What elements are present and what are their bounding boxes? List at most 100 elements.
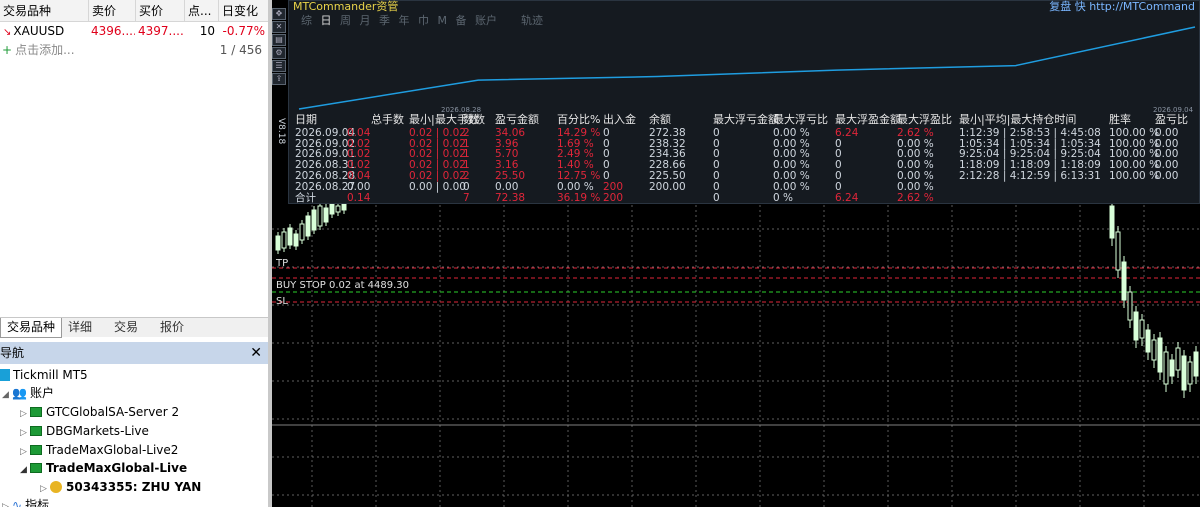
nav-item-server-dbg[interactable]: ▷ DBGMarkets-Live	[20, 422, 149, 440]
nav-item-accounts[interactable]: ◢ 👥 账户	[2, 384, 54, 402]
collapse-icon[interactable]: ◢	[20, 461, 30, 479]
change-cell: -0.77%	[222, 24, 265, 38]
page-icon[interactable]: ▤	[272, 34, 286, 46]
nav-item-label: GTCGlobalSA-Server 2	[46, 405, 180, 419]
tab-details[interactable]: 详细	[62, 318, 98, 338]
stats-header[interactable]: 最大浮盈比	[897, 114, 952, 126]
add-symbol-row[interactable]: + 点击添加... 1 / 456	[0, 41, 268, 59]
expand-icon[interactable]: ▷	[2, 498, 12, 507]
stats-cell-pct: 12.75 %	[557, 169, 601, 182]
market-watch-panel: 交易品种 卖价 买价 点... 日变化 ↘ XAUUSD 4396.... 439…	[0, 0, 268, 340]
nav-item-label: Tickmill MT5	[13, 368, 88, 382]
stats-cell-maxlosspct: 0.00 %	[773, 180, 810, 193]
symbol-count: 1 / 456	[219, 43, 262, 57]
nav-item-server-gtc[interactable]: ▷ GTCGlobalSA-Server 2	[20, 403, 179, 421]
equity-line	[298, 26, 1196, 110]
price-chart[interactable]: TP BUY STOP 0.02 at 4489.30 SL MTCommand…	[272, 0, 1200, 507]
stats-cell-maxloss: 0	[713, 180, 720, 193]
move-icon[interactable]: ✥	[272, 8, 286, 20]
stats-total-label: 合计	[295, 192, 316, 205]
stats-total-maxgain: 6.24	[835, 192, 859, 205]
stats-header[interactable]: 数数	[463, 114, 485, 126]
stats-cell-flow: 0	[603, 169, 610, 182]
navigator-title: 导航	[0, 346, 25, 360]
stats-header[interactable]: 盈亏金额	[495, 114, 539, 126]
stats-header[interactable]: 最大浮亏金额	[713, 114, 779, 126]
stats-cell-maxgainpct: 0.00 %	[897, 180, 934, 193]
mtcommander-url[interactable]: 复盘 快 http://MTCommand	[1049, 0, 1195, 14]
spread-cell: 10	[199, 24, 215, 38]
server-icon	[30, 426, 42, 436]
settings-icon[interactable]: ⚙	[272, 47, 286, 59]
bid-cell: 4396....	[91, 24, 135, 38]
col-symbol-header[interactable]: 交易品种	[0, 0, 88, 22]
tab-symbols[interactable]: 交易品种	[0, 318, 63, 338]
tab-trading[interactable]: 交易	[108, 318, 144, 338]
pending-order-label[interactable]: BUY STOP 0.02 at 4489.30	[276, 280, 409, 291]
tab-ticks[interactable]: 报价	[154, 318, 190, 338]
stats-cell-hold: 2:12:28 | 4:12:59 | 6:13:31	[959, 169, 1101, 182]
stats-header[interactable]: 余额	[649, 114, 671, 126]
nav-item-platform[interactable]: Tickmill MT5	[0, 366, 88, 384]
mtcommander-panel: MTCommander资管 复盘 快 http://MTCommand 综 日 …	[288, 0, 1200, 204]
stats-cell-minmax: 0.02 | 0.02	[409, 169, 466, 182]
mtc-side-toolbar: ✥ ✕ ▤ ⚙ ☰ ⇪	[272, 8, 288, 86]
stats-cell-maxgainpct: 0.00 %	[897, 169, 934, 182]
stats-header[interactable]: 最小|	[409, 114, 435, 126]
nav-item-label: 50343355: ZHU YAN	[66, 480, 202, 494]
col-bid-header[interactable]: 卖价	[88, 0, 135, 22]
stats-total-flow: 200	[603, 192, 624, 205]
user-icon	[50, 481, 62, 493]
accounts-icon: 👥	[12, 386, 27, 400]
col-spread-header[interactable]: 点...	[184, 0, 218, 22]
stats-cell-balance: 225.50	[649, 169, 686, 182]
nav-item-server-trademax2[interactable]: ▷ TradeMaxGlobal-Live2	[20, 441, 178, 459]
server-icon	[30, 445, 42, 455]
stats-cell-winrate: 100.00 %	[1109, 169, 1160, 182]
stats-cell-lots: 0.00	[347, 180, 371, 193]
stats-cell-balance: 200.00	[649, 180, 686, 193]
export-icon[interactable]: ⇪	[272, 73, 286, 85]
stats-total-pct: 36.19 %	[557, 192, 601, 205]
stats-cell-minmax: 0.00 | 0.00	[409, 180, 466, 193]
stats-header[interactable]: 最大浮亏比	[773, 114, 828, 126]
stats-header[interactable]: 最小|平均|最大持仓时间	[959, 114, 1076, 126]
stats-header[interactable]: 盈亏比	[1155, 114, 1188, 126]
stats-cell-maxgain: 0	[835, 180, 842, 193]
nav-item-indicators[interactable]: ▷ ∿ 指标	[2, 496, 49, 507]
stats-header[interactable]: 出入金	[603, 114, 636, 126]
market-watch-header: 交易品种 卖价 买价 点... 日变化	[0, 0, 268, 22]
stats-header[interactable]: 总手数	[371, 114, 404, 126]
stats-header[interactable]: 日期	[295, 114, 317, 126]
close-icon[interactable]: ✕	[250, 342, 262, 364]
navigator-panel: 导航 ✕ Tickmill MT5 ◢ 👥 账户 ▷ GTCGlobalSA-Serv…	[0, 342, 268, 507]
nav-item-server-trademax[interactable]: ◢ TradeMaxGlobal-Live	[20, 459, 187, 477]
nav-item-label: TradeMaxGlobal-Live	[46, 461, 188, 475]
navigator-title-bar: 导航 ✕	[0, 342, 268, 364]
expand-icon[interactable]: ▷	[20, 424, 30, 442]
version-label: V8.18	[276, 118, 286, 145]
close-icon[interactable]: ✕	[272, 21, 286, 33]
stats-cell-count: 2	[463, 169, 470, 182]
collapse-icon[interactable]: ◢	[2, 386, 12, 404]
list-icon[interactable]: ☰	[272, 60, 286, 72]
symbol-name: XAUUSD	[13, 24, 65, 38]
stats-cell-maxloss: 0	[713, 169, 720, 182]
stats-header[interactable]: 胜率	[1109, 114, 1131, 126]
col-ask-header[interactable]: 买价	[135, 0, 184, 22]
equity-curve-chart	[298, 26, 1196, 110]
stats-cell-pf: 0.00	[1155, 169, 1179, 182]
nav-item-label: TradeMaxGlobal-Live2	[46, 443, 179, 457]
symbol-row-xauusd[interactable]: ↘ XAUUSD 4396.... 4397.... 10 -0.77%	[0, 22, 268, 41]
col-change-header[interactable]: 日变化	[218, 0, 268, 22]
stats-cell-maxlosspct: 0.00 %	[773, 169, 810, 182]
stats-cell-flow: 200	[603, 180, 624, 193]
plus-icon: +	[2, 43, 13, 57]
expand-icon[interactable]: ▷	[20, 405, 30, 423]
stats-header[interactable]: 百分比%	[557, 114, 600, 126]
market-watch-tabs: 交易品种 详细 交易 报价	[0, 317, 268, 338]
symbol-cell: ↘ XAUUSD	[0, 22, 88, 41]
nav-item-account-user[interactable]: ▷ 50343355: ZHU YAN	[40, 478, 201, 496]
stats-header[interactable]: 最大浮盈金额	[835, 114, 901, 126]
down-arrow-icon: ↘	[3, 27, 12, 38]
